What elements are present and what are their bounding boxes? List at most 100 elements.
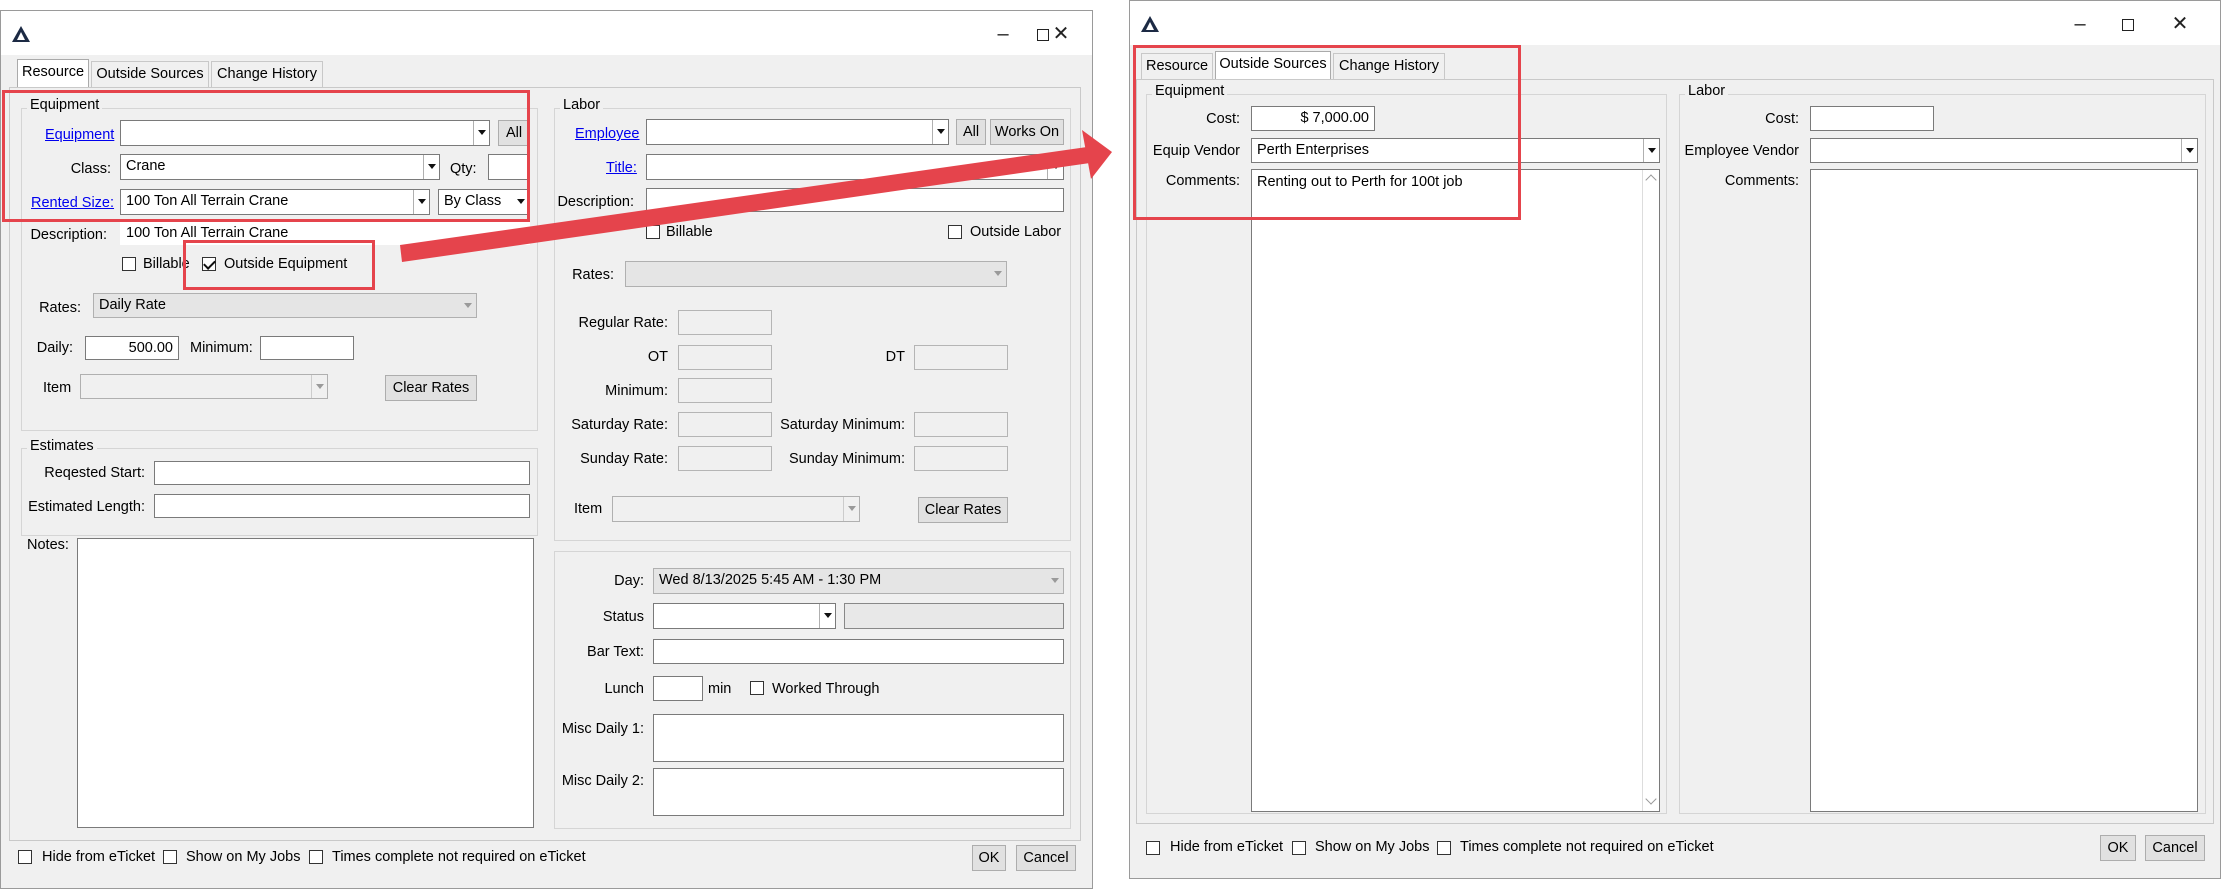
hide-etk-checkbox[interactable] <box>1146 841 1160 855</box>
day-label: Day: <box>614 573 644 589</box>
bar-text-label: Bar Text: <box>587 644 644 660</box>
chevron-down-icon[interactable] <box>413 190 429 214</box>
comments-scrollbar[interactable] <box>1642 170 1659 811</box>
chevron-down-icon[interactable] <box>819 604 835 628</box>
cancel-button[interactable]: Cancel <box>1016 845 1076 871</box>
minimum-field[interactable] <box>260 336 354 360</box>
ot-field[interactable] <box>678 345 772 370</box>
show-my-jobs-checkbox[interactable] <box>163 850 177 864</box>
tab-resource[interactable]: Resource <box>1141 53 1213 79</box>
cancel-button[interactable]: Cancel <box>2145 835 2205 861</box>
day-select[interactable]: Wed 8/13/2025 5:45 AM - 1:30 PM <box>653 568 1064 594</box>
billable-checkbox[interactable] <box>122 257 136 271</box>
labor-description-label: Description: <box>557 194 634 210</box>
clear-rates-button[interactable]: Clear Rates <box>385 375 477 401</box>
title-link[interactable]: Title: <box>606 160 637 176</box>
worked-through-checkbox[interactable] <box>750 681 764 695</box>
status-select[interactable] <box>653 603 836 629</box>
labor-minimum-field[interactable] <box>678 378 772 403</box>
equipment-link[interactable]: Equipment <box>45 127 114 143</box>
equip-vendor-select[interactable]: Perth Enterprises <box>1251 138 1660 163</box>
billable-label: Billable <box>143 256 190 272</box>
tab-change-history[interactable]: Change History <box>211 61 323 87</box>
labor-rates-select[interactable] <box>625 261 1007 287</box>
minimize-icon[interactable]: – <box>983 19 1023 49</box>
item-select[interactable] <box>80 374 328 399</box>
chevron-down-icon[interactable] <box>843 497 859 521</box>
by-class-select[interactable]: By Class <box>438 189 530 215</box>
sunday-rate-field[interactable] <box>678 446 772 471</box>
lunch-field[interactable] <box>653 676 703 701</box>
resource-dialog-left: – ✕ Resource Outside Sources Change Hist… <box>0 10 1093 889</box>
tab-resource[interactable]: Resource <box>17 59 89 87</box>
chevron-down-icon[interactable] <box>1643 139 1659 162</box>
title-select[interactable] <box>646 154 1064 180</box>
labor-clear-rates-button[interactable]: Clear Rates <box>918 497 1008 523</box>
ok-button[interactable]: OK <box>972 845 1006 871</box>
bar-text-field[interactable] <box>653 639 1064 664</box>
close-icon[interactable]: ✕ <box>2160 9 2200 39</box>
employee-vendor-select[interactable] <box>1810 138 2198 163</box>
chevron-down-icon[interactable] <box>2181 139 2197 162</box>
chevron-down-icon[interactable] <box>513 190 529 214</box>
scroll-down-icon[interactable] <box>1645 793 1657 805</box>
chevron-down-icon[interactable] <box>473 121 489 145</box>
saturday-rate-field[interactable] <box>678 412 772 437</box>
os-cost-field[interactable]: $ 7,000.00 <box>1251 106 1375 131</box>
hide-etk-label: Hide from eTicket <box>1170 839 1284 855</box>
employee-select[interactable] <box>646 119 949 145</box>
requested-start-field[interactable] <box>154 461 530 485</box>
equipment-all-button[interactable]: All <box>498 120 530 146</box>
labor-all-button[interactable]: All <box>956 119 986 145</box>
chevron-down-icon[interactable] <box>423 155 439 179</box>
labor-item-select[interactable] <box>612 496 860 522</box>
chevron-down-icon[interactable] <box>990 262 1006 286</box>
chevron-down-icon[interactable] <box>460 294 476 317</box>
chevron-down-icon[interactable] <box>311 375 327 398</box>
tab-outside-sources[interactable]: Outside Sources <box>91 61 209 87</box>
outside-equipment-checkbox[interactable] <box>202 257 216 271</box>
qty-field[interactable] <box>488 154 530 180</box>
rented-size-select[interactable]: 100 Ton All Terrain Crane <box>120 189 430 215</box>
regular-rate-field[interactable] <box>678 310 772 335</box>
maximize-icon[interactable] <box>2108 9 2148 39</box>
chevron-down-icon[interactable] <box>1047 569 1063 593</box>
close-icon[interactable]: ✕ <box>1041 19 1081 49</box>
ok-button[interactable]: OK <box>2100 835 2136 861</box>
os-labor-cost-field[interactable] <box>1810 106 1934 131</box>
labor-description-field[interactable] <box>646 188 1064 212</box>
outside-labor-checkbox[interactable] <box>948 225 962 239</box>
times-complete-checkbox[interactable] <box>1437 841 1451 855</box>
employee-link[interactable]: Employee <box>575 126 639 142</box>
hide-etk-checkbox[interactable] <box>18 850 32 864</box>
chevron-down-icon[interactable] <box>1047 155 1063 179</box>
minimize-icon[interactable]: – <box>2060 9 2100 39</box>
min-label: min <box>708 681 732 697</box>
class-select[interactable]: Crane <box>120 154 440 180</box>
saturday-minimum-field[interactable] <box>914 412 1008 437</box>
status-detail-field[interactable] <box>844 603 1064 629</box>
notes-field[interactable] <box>77 538 534 828</box>
description-field[interactable]: 100 Ton All Terrain Crane <box>120 221 530 245</box>
misc-daily-2-label: Misc Daily 2: <box>561 773 644 789</box>
tab-change-history[interactable]: Change History <box>1333 53 1445 79</box>
show-my-jobs-checkbox[interactable] <box>1292 841 1306 855</box>
rates-select[interactable]: Daily Rate <box>93 293 477 318</box>
estimated-length-field[interactable] <box>154 494 530 518</box>
equipment-select[interactable] <box>120 120 490 146</box>
labor-rates-label: Rates: <box>572 267 614 283</box>
times-complete-checkbox[interactable] <box>309 850 323 864</box>
misc-daily-1-field[interactable] <box>653 714 1064 762</box>
misc-daily-2-field[interactable] <box>653 768 1064 816</box>
os-comments-field[interactable]: Renting out to Perth for 100t job <box>1251 169 1660 812</box>
daily-field[interactable]: 500.00 <box>85 336 179 360</box>
works-on-button[interactable]: Works On <box>990 119 1064 145</box>
chevron-down-icon[interactable] <box>932 120 948 144</box>
dt-field[interactable] <box>914 345 1008 370</box>
scroll-up-icon[interactable] <box>1645 174 1657 186</box>
os-labor-comments-field[interactable] <box>1810 169 2198 812</box>
tab-outside-sources[interactable]: Outside Sources <box>1215 51 1331 79</box>
rented-size-link[interactable]: Rented Size: <box>31 195 114 211</box>
sunday-minimum-field[interactable] <box>914 446 1008 471</box>
labor-billable-checkbox[interactable] <box>646 225 660 239</box>
